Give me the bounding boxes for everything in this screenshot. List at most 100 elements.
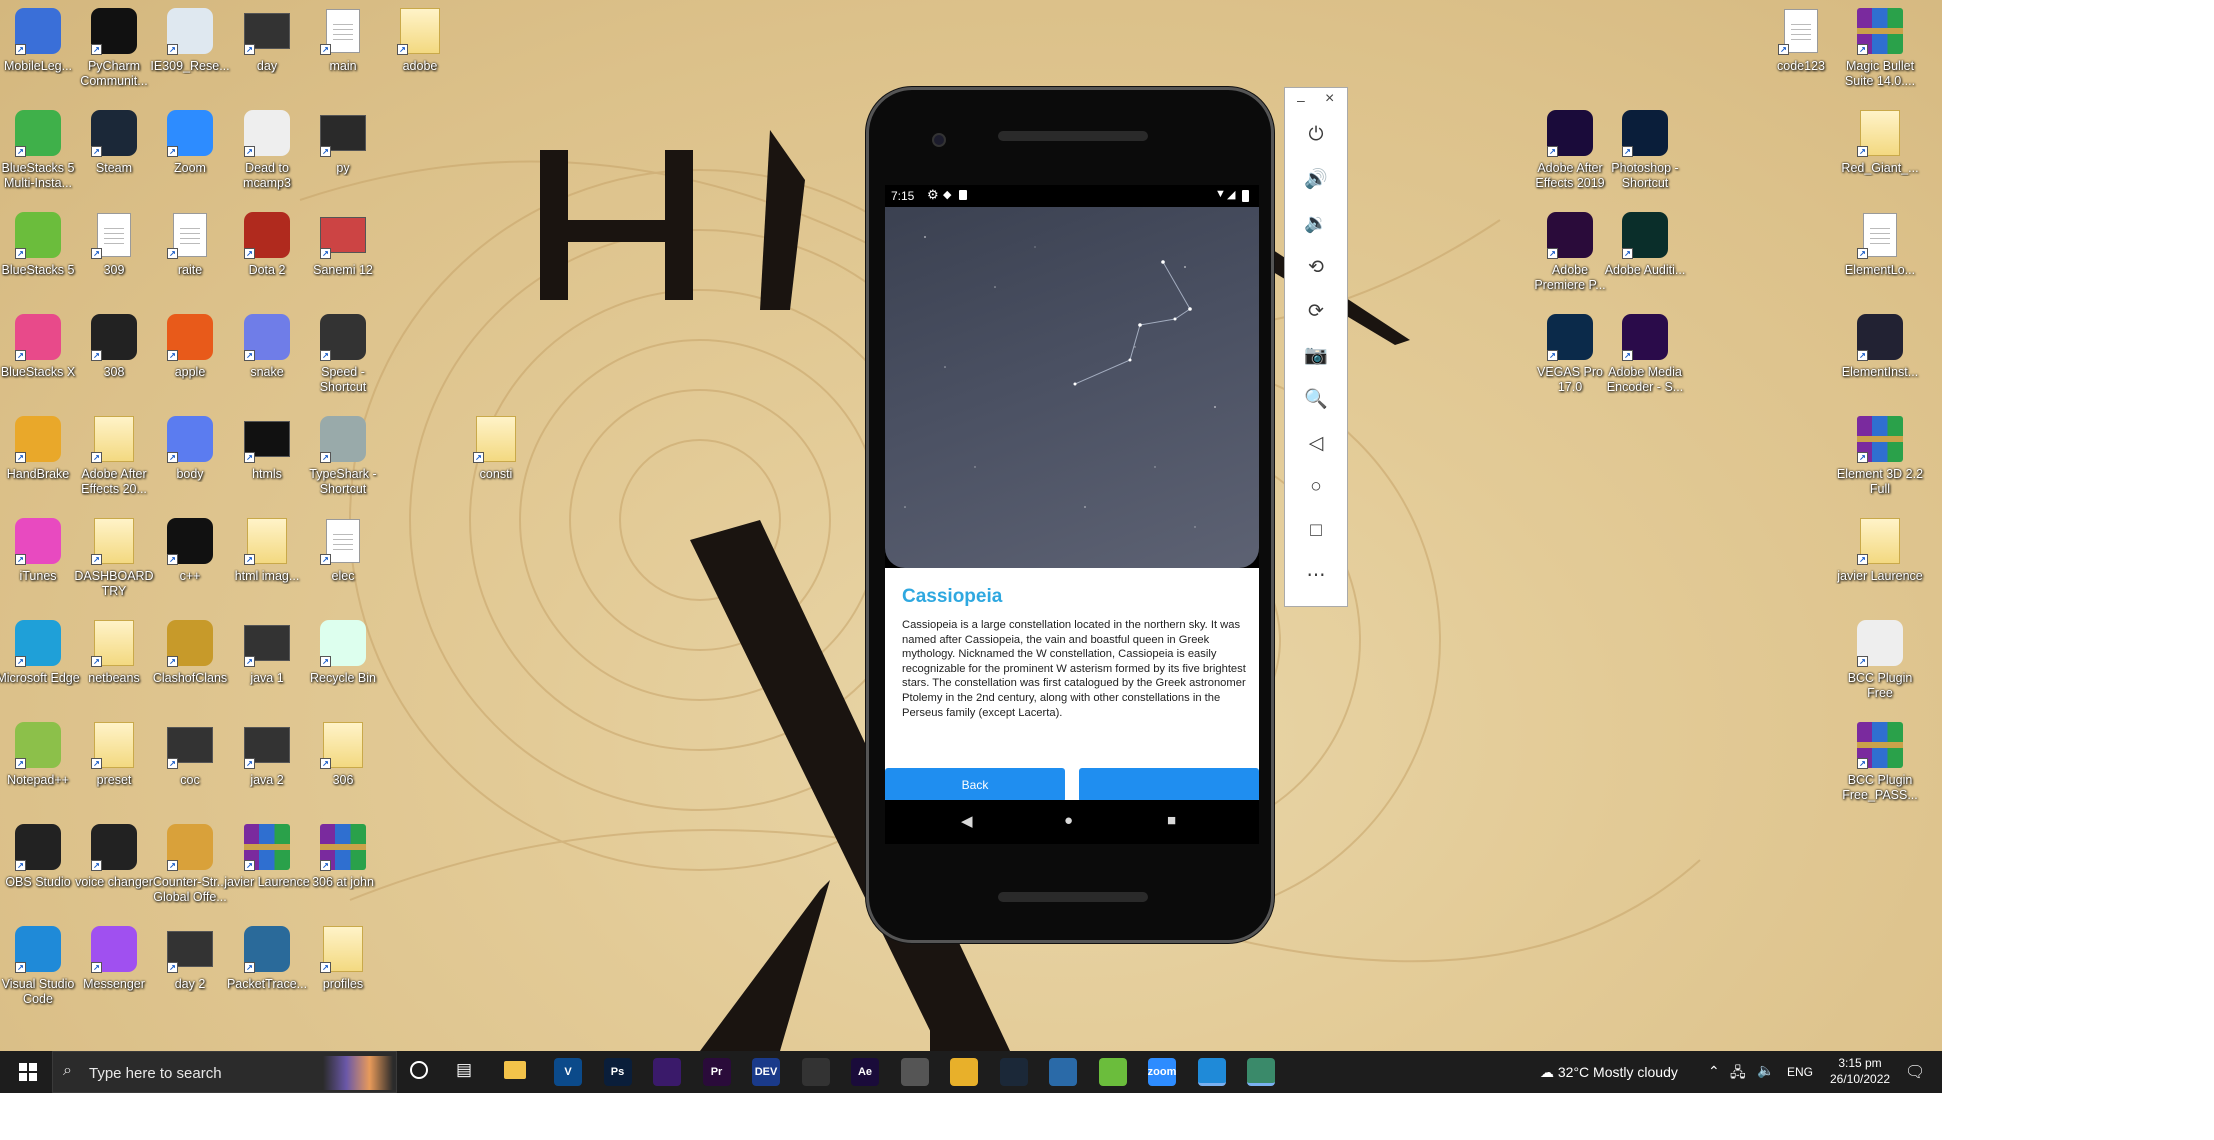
itunes-icon: ↗ [13, 516, 63, 566]
desktop-icon[interactable]: ↗ ElementLo... [1835, 210, 1925, 310]
desktop-icon[interactable]: ↗ Adobe Auditi... [1600, 210, 1690, 310]
overview-icon[interactable]: □ [1297, 516, 1335, 546]
rotate-left-icon[interactable]: ⟲ [1297, 252, 1335, 282]
desktop-icon[interactable]: ↗ javier Laurence [1835, 516, 1925, 616]
constellation-graphic [904, 236, 1216, 528]
desktop-icon[interactable]: ↗ 306 at john [298, 822, 388, 922]
obs-media-taskbar-icon[interactable] [801, 1058, 830, 1086]
desktop-icon[interactable]: ↗ adobe [375, 6, 465, 106]
rotate-right-icon[interactable]: ⟳ [1297, 296, 1335, 326]
edge-icon: ↗ [13, 618, 63, 668]
back-button[interactable]: Back [885, 768, 1065, 800]
voice-changer-icon: ↗ [89, 822, 139, 872]
desktop-icon-label: TypeShark - Shortcut [309, 467, 377, 496]
desktop-icon[interactable]: ↗ Magic Bullet Suite 14.0.... [1835, 6, 1925, 106]
language-indicator[interactable]: ENG [1787, 1065, 1813, 1079]
desktop-icon[interactable]: ↗ consti [451, 414, 541, 514]
task-view-icon[interactable]: ▤ [456, 1060, 472, 1080]
clash-taskbar-icon[interactable] [900, 1058, 929, 1086]
power-icon[interactable]: ⏻ [1297, 120, 1335, 150]
desktop-icon[interactable]: ↗ code123 [1756, 6, 1846, 106]
volume-up-icon[interactable]: 🔊 [1297, 164, 1335, 194]
photoshop-taskbar-icon[interactable]: Ps [603, 1058, 632, 1086]
nav-recents-icon[interactable]: ■ [1167, 812, 1176, 829]
cloud-icon: ☁ [1540, 1064, 1558, 1080]
shortcut-arrow-icon: ↗ [320, 44, 331, 55]
shortcut-arrow-icon: ↗ [1857, 656, 1868, 667]
desktop-icon[interactable]: ↗ Sanemi 12 [298, 210, 388, 310]
next-button[interactable] [1079, 768, 1259, 800]
shortcut-arrow-icon: ↗ [1622, 146, 1633, 157]
shortcut-arrow-icon: ↗ [167, 44, 178, 55]
clock[interactable]: 3:15 pm 26/10/2022 [1830, 1055, 1890, 1087]
home-icon[interactable]: ○ [1297, 472, 1335, 502]
desktop-icon[interactable]: ↗ profiles [298, 924, 388, 1024]
desktop-icon[interactable]: ↗ elec [298, 516, 388, 616]
zoom-icon[interactable]: 🔍 [1297, 384, 1335, 414]
steam-taskbar-icon[interactable] [999, 1058, 1028, 1086]
winrar-icon: ↗ [1855, 6, 1905, 56]
shortcut-arrow-icon: ↗ [167, 248, 178, 259]
tray-chevron-icon[interactable]: ⌃ [1708, 1063, 1720, 1080]
phone-screen[interactable]: 7:15 ⚙ ◆ ▼ ◢ Cassiopeia Cassiopeia is a … [885, 185, 1259, 800]
start-button[interactable] [8, 1051, 48, 1093]
desktop-icon[interactable]: ↗ py [298, 108, 388, 208]
desktop-icon[interactable]: ↗ ElementInst... [1835, 312, 1925, 412]
desktop-icon[interactable]: ↗ Speed - Shortcut [298, 312, 388, 412]
premiere-taskbar-icon[interactable]: Pr [702, 1058, 731, 1086]
desktop-icon-label: profiles [322, 977, 364, 991]
shortcut-arrow-icon: ↗ [320, 860, 331, 871]
desktop-icon-label: Red_Giant_... [1841, 161, 1919, 175]
square-icon: ↗ [165, 414, 215, 464]
file-explorer-icon[interactable] [504, 1061, 526, 1079]
constellation-title: Cassiopeia [902, 586, 1003, 607]
close-button[interactable]: × [1325, 90, 1334, 108]
vscode-taskbar-icon[interactable] [1197, 1058, 1226, 1086]
shortcut-arrow-icon: ↗ [244, 554, 255, 565]
notification-icon[interactable]: 🗨 [1905, 1062, 1925, 1082]
shortcut-arrow-icon: ↗ [1857, 452, 1868, 463]
signal-icon: ◢ [1227, 189, 1236, 201]
notepadpp-icon: ↗ [13, 720, 63, 770]
bluestacks-icon: ↗ [13, 210, 63, 260]
taskbar-search[interactable]: ⌕ Type here to search [52, 1051, 397, 1093]
android-studio-taskbar-icon[interactable] [1247, 1058, 1275, 1086]
volume-down-icon[interactable]: 🔉 [1297, 208, 1335, 238]
folder-icon: ↗ [89, 516, 139, 566]
after-effects-taskbar-icon[interactable]: Ae [851, 1058, 879, 1086]
minimize-button[interactable]: – [1297, 92, 1305, 108]
desktop-icon[interactable]: ↗ Element 3D 2.2 Full [1835, 414, 1925, 514]
vegas-taskbar-icon[interactable]: V [554, 1058, 582, 1086]
shortcut-arrow-icon: ↗ [473, 452, 484, 463]
desktop-icon[interactable]: ↗ Recycle Bin [298, 618, 388, 718]
bluestacks-x-icon: ↗ [13, 312, 63, 362]
desktop-icon[interactable]: ↗ BCC Plugin Free [1835, 618, 1925, 718]
packet-taskbar-icon[interactable] [1049, 1058, 1077, 1086]
shortcut-arrow-icon: ↗ [15, 758, 26, 769]
desktop-icon[interactable]: ↗ BCC Plugin Free_PASS... [1835, 720, 1925, 820]
desktop-icon[interactable]: ↗ TypeShark - Shortcut [298, 414, 388, 514]
winrar-icon: ↗ [1855, 414, 1905, 464]
chrome-taskbar-icon[interactable] [950, 1058, 978, 1086]
shortcut-arrow-icon: ↗ [1857, 758, 1868, 769]
shortcut-arrow-icon: ↗ [167, 758, 178, 769]
weather-widget[interactable]: ☁ 32°C Mostly cloudy [1540, 1064, 1678, 1081]
shortcut-arrow-icon: ↗ [244, 146, 255, 157]
zoom-taskbar-icon[interactable]: zoom [1148, 1058, 1176, 1086]
desktop-icon[interactable]: ↗ Adobe Media Encoder - S... [1600, 312, 1690, 412]
anime-thumb-icon: ↗ [318, 210, 368, 260]
media-encoder-taskbar-icon[interactable] [653, 1058, 681, 1086]
back-icon[interactable]: ◁ [1297, 428, 1335, 458]
desktop-icon[interactable]: ↗ Red_Giant_... [1835, 108, 1925, 208]
dev-taskbar-icon[interactable]: DEV [752, 1058, 780, 1086]
volume-icon[interactable]: 🔈 [1757, 1062, 1774, 1079]
nav-back-icon[interactable]: ◀ [961, 812, 973, 830]
nav-home-icon[interactable]: ● [1064, 812, 1073, 829]
more-icon[interactable]: ⋯ [1297, 560, 1335, 590]
bluestacks-taskbar-icon[interactable] [1098, 1058, 1127, 1086]
camera-icon[interactable]: 📷 [1297, 340, 1335, 370]
desktop-icon[interactable]: ↗ Photoshop - Shortcut [1600, 108, 1690, 208]
network-icon[interactable]: 🖧 [1730, 1062, 1746, 1086]
cortana-icon[interactable] [410, 1061, 428, 1079]
desktop-icon[interactable]: ↗ 306 [298, 720, 388, 820]
